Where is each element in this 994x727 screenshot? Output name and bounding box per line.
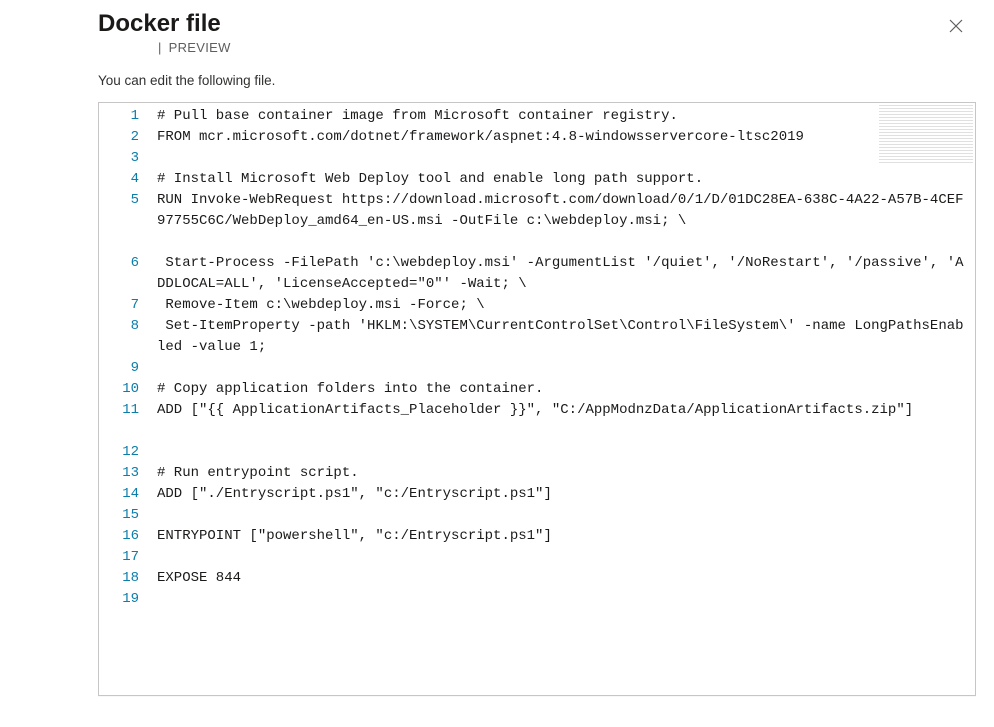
code-line[interactable] — [157, 589, 969, 610]
code-line[interactable]: Remove-Item c:\webdeploy.msi -Force; \ — [157, 295, 969, 316]
code-line[interactable] — [157, 442, 969, 463]
code-line[interactable]: RUN Invoke-WebRequest https://download.m… — [157, 190, 969, 253]
line-number: 9 — [99, 358, 139, 379]
line-number: 17 — [99, 547, 139, 568]
page-title: Docker file — [98, 10, 231, 38]
code-line[interactable]: FROM mcr.microsoft.com/dotnet/framework/… — [157, 127, 969, 148]
line-number: 18 — [99, 568, 139, 589]
code-line[interactable]: # Pull base container image from Microso… — [157, 106, 969, 127]
line-number: 5 — [99, 190, 139, 253]
line-number: 4 — [99, 169, 139, 190]
line-number: 13 — [99, 463, 139, 484]
preview-label: PREVIEW — [169, 40, 231, 55]
line-number: 10 — [99, 379, 139, 400]
line-number: 1 — [99, 106, 139, 127]
code-line[interactable]: ADD ["{{ ApplicationArtifacts_Placeholde… — [157, 400, 969, 442]
line-number: 14 — [99, 484, 139, 505]
line-number: 6 — [99, 253, 139, 295]
line-number: 7 — [99, 295, 139, 316]
line-number: 12 — [99, 442, 139, 463]
code-line[interactable] — [157, 547, 969, 568]
preview-badge-row: | PREVIEW — [98, 40, 231, 55]
code-line[interactable] — [157, 148, 969, 169]
code-line[interactable]: ENTRYPOINT ["powershell", "c:/Entryscrip… — [157, 526, 969, 547]
docker-file-panel: Docker file | PREVIEW You can edit the f… — [0, 0, 994, 727]
close-icon — [948, 22, 964, 37]
instruction-text: You can edit the following file. — [98, 73, 994, 88]
code-line[interactable]: Start-Process -FilePath 'c:\webdeploy.ms… — [157, 253, 969, 295]
close-button[interactable] — [942, 12, 970, 40]
code-line[interactable]: # Copy application folders into the cont… — [157, 379, 969, 400]
code-line[interactable]: Set-ItemProperty -path 'HKLM:\SYSTEM\Cur… — [157, 316, 969, 358]
panel-header: Docker file | PREVIEW — [98, 0, 994, 73]
code-line[interactable]: # Install Microsoft Web Deploy tool and … — [157, 169, 969, 190]
code-editor[interactable]: 12345678910111213141516171819 # Pull bas… — [98, 102, 976, 696]
code-content[interactable]: # Pull base container image from Microso… — [153, 103, 975, 695]
line-number: 8 — [99, 316, 139, 358]
line-number: 19 — [99, 589, 139, 610]
line-number: 15 — [99, 505, 139, 526]
line-number: 2 — [99, 127, 139, 148]
editor-scroll-area[interactable]: 12345678910111213141516171819 # Pull bas… — [99, 103, 975, 695]
line-number: 11 — [99, 400, 139, 442]
line-number-gutter: 12345678910111213141516171819 — [99, 103, 153, 695]
line-number: 3 — [99, 148, 139, 169]
code-line[interactable]: ADD ["./Entryscript.ps1", "c:/Entryscrip… — [157, 484, 969, 505]
code-line[interactable] — [157, 505, 969, 526]
title-block: Docker file | PREVIEW — [98, 10, 231, 73]
code-line[interactable] — [157, 358, 969, 379]
line-number: 16 — [99, 526, 139, 547]
code-line[interactable]: EXPOSE 844 — [157, 568, 969, 589]
code-line[interactable]: # Run entrypoint script. — [157, 463, 969, 484]
divider-bar: | — [158, 40, 162, 55]
